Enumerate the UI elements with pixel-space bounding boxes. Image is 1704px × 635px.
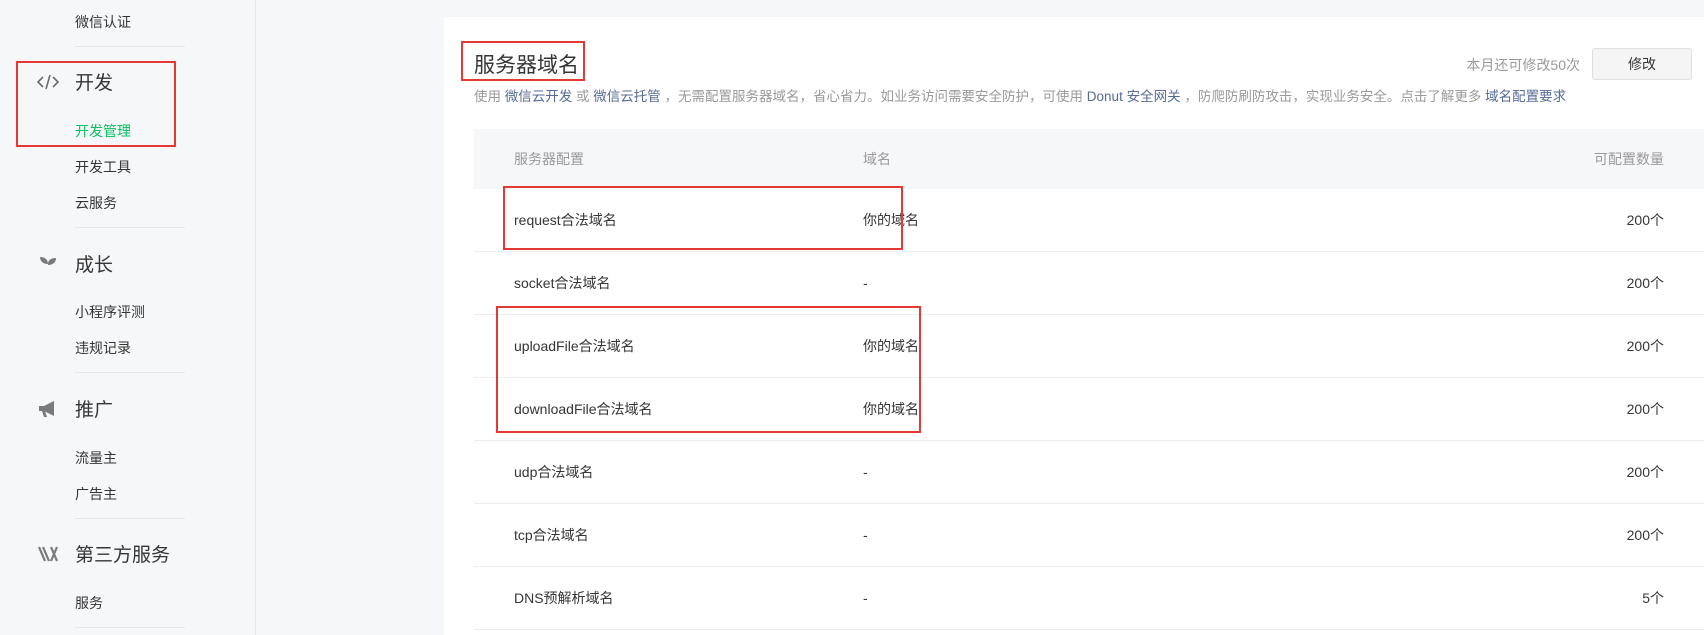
row-count: 200个 bbox=[1626, 464, 1664, 480]
row-domain: 你的域名 bbox=[863, 212, 919, 228]
sidebar-group-growth[interactable]: 成长 bbox=[36, 250, 113, 277]
domain-table: 服务器配置 域名 可配置数量 request合法域名 你的域名 200个 soc… bbox=[474, 129, 1704, 630]
sidebar-item-traffic-owner[interactable]: 流量主 bbox=[75, 448, 117, 468]
row-domain: 你的域名 bbox=[863, 401, 919, 417]
sidebar-group-title: 开发 bbox=[75, 73, 114, 94]
third-party-icon bbox=[36, 542, 60, 566]
sidebar-item-evaluation[interactable]: 小程序评测 bbox=[75, 302, 145, 322]
header-config: 服务器配置 bbox=[514, 151, 584, 167]
sidebar-group-develop[interactable]: 开发 bbox=[36, 68, 113, 95]
row-count: 200个 bbox=[1626, 401, 1664, 417]
row-domain: - bbox=[863, 464, 868, 480]
link-domain-requirements[interactable]: 域名配置要求 bbox=[1485, 89, 1566, 104]
link-cloud-dev[interactable]: 微信云开发 bbox=[505, 89, 573, 104]
table-row: uploadFile合法域名 你的域名 200个 bbox=[474, 315, 1704, 378]
row-config: socket合法域名 bbox=[514, 275, 611, 291]
table-header: 服务器配置 域名 可配置数量 bbox=[474, 129, 1704, 189]
table-row: request合法域名 你的域名 200个 bbox=[474, 189, 1704, 252]
row-domain: - bbox=[863, 275, 868, 291]
row-config: DNS预解析域名 bbox=[514, 590, 614, 606]
sidebar-divider bbox=[75, 227, 185, 228]
sidebar-divider bbox=[75, 518, 185, 519]
sprout-icon bbox=[36, 252, 60, 276]
server-domain-panel: 服务器域名 本月还可修改50次 修改 使用 微信云开发 或 微信云托管 ，无需配… bbox=[444, 17, 1704, 635]
sidebar-item-services[interactable]: 服务 bbox=[75, 593, 103, 613]
sidebar-item-dev-management[interactable]: 开发管理 bbox=[75, 121, 131, 141]
sidebar-divider bbox=[75, 46, 185, 47]
table-row: udp合法域名 - 200个 bbox=[474, 441, 1704, 504]
row-domain: - bbox=[863, 527, 868, 543]
row-domain: 你的域名 bbox=[863, 338, 919, 354]
row-count: 200个 bbox=[1626, 338, 1664, 354]
sidebar-item-violation-record[interactable]: 违规记录 bbox=[75, 338, 131, 358]
sidebar-group-title: 成长 bbox=[75, 255, 114, 276]
header-domain: 域名 bbox=[863, 151, 891, 167]
link-donut-gateway[interactable]: Donut 安全网关 bbox=[1087, 89, 1181, 104]
code-icon bbox=[36, 70, 60, 94]
sidebar-group-title: 第三方服务 bbox=[75, 545, 171, 566]
description: 使用 微信云开发 或 微信云托管 ，无需配置服务器域名，省心省力。如业务访问需要… bbox=[474, 89, 1567, 104]
megaphone-icon bbox=[36, 397, 60, 421]
table-row: downloadFile合法域名 你的域名 200个 bbox=[474, 378, 1704, 441]
table-row: tcp合法域名 - 200个 bbox=[474, 504, 1704, 567]
table-row: DNS预解析域名 - 5个 bbox=[474, 567, 1704, 630]
sidebar-item-wechat-verify[interactable]: 微信认证 bbox=[75, 12, 131, 32]
sidebar-group-title: 推广 bbox=[75, 400, 114, 421]
header-count: 可配置数量 bbox=[1594, 151, 1664, 167]
row-count: 200个 bbox=[1626, 212, 1664, 228]
sidebar-item-advertiser[interactable]: 广告主 bbox=[75, 484, 117, 504]
sidebar: 微信认证 开发 开发管理 开发工具 云服务 成长 小程序评测 违规记录 推广 流… bbox=[0, 0, 256, 635]
page-title: 服务器域名 bbox=[474, 54, 579, 77]
sidebar-item-cloud-service[interactable]: 云服务 bbox=[75, 193, 117, 213]
row-config: downloadFile合法域名 bbox=[514, 401, 653, 417]
edit-button[interactable]: 修改 bbox=[1592, 48, 1692, 80]
modify-quota-text: 本月还可修改50次 bbox=[1466, 57, 1580, 73]
row-config: tcp合法域名 bbox=[514, 527, 589, 543]
row-config: udp合法域名 bbox=[514, 464, 594, 480]
sidebar-divider bbox=[75, 627, 185, 628]
row-count: 5个 bbox=[1642, 590, 1664, 606]
sidebar-group-promotion[interactable]: 推广 bbox=[36, 395, 113, 422]
sidebar-divider bbox=[75, 372, 185, 373]
sidebar-group-third-party[interactable]: 第三方服务 bbox=[36, 540, 170, 567]
sidebar-item-dev-tools[interactable]: 开发工具 bbox=[75, 157, 131, 177]
row-domain: - bbox=[863, 590, 868, 606]
row-count: 200个 bbox=[1626, 275, 1664, 291]
row-count: 200个 bbox=[1626, 527, 1664, 543]
row-config: uploadFile合法域名 bbox=[514, 338, 635, 354]
row-config: request合法域名 bbox=[514, 212, 617, 228]
link-cloud-hosting[interactable]: 微信云托管 bbox=[593, 89, 661, 104]
table-row: socket合法域名 - 200个 bbox=[474, 252, 1704, 315]
